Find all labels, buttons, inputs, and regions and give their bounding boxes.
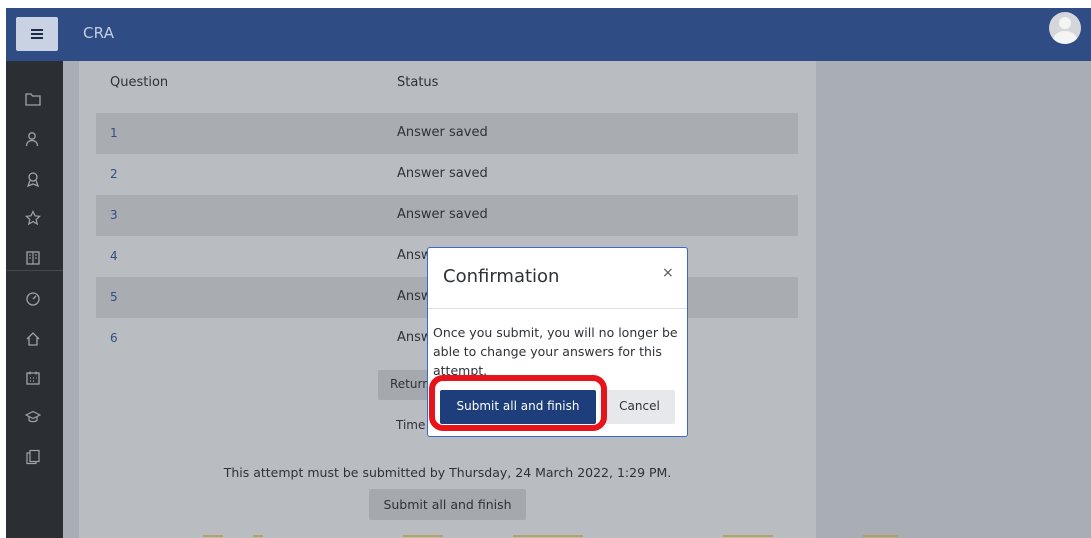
question-link[interactable]: 2 [110,167,118,181]
home-icon[interactable] [22,328,44,350]
dialog-message: Once you submit, you will no longer be a… [433,325,678,378]
question-link[interactable]: 1 [110,126,118,140]
dashboard-icon[interactable] [22,288,44,310]
site-brand[interactable]: CRA [83,24,114,42]
book-icon[interactable] [22,247,44,269]
app-window: CRA Question Status 1 Answer saved 2 Ans… [6,8,1091,538]
submit-all-button-label: Submit all and finish [383,497,512,512]
question-status: Answer saved [397,166,488,181]
participants-icon[interactable] [22,128,44,150]
submit-all-button[interactable]: Submit all and finish [369,489,526,520]
question-link[interactable]: 5 [110,290,118,304]
close-icon[interactable]: × [662,265,674,281]
question-link[interactable]: 3 [110,208,118,222]
badges-icon[interactable] [22,168,44,190]
table-row: 2 Answer saved [96,154,798,195]
dialog-title: Confirmation [443,266,560,287]
confirmation-dialog: Confirmation × Once you submit, you will… [427,247,688,437]
hamburger-icon[interactable] [16,17,58,51]
top-navbar: CRA [6,8,1091,61]
cancel-button[interactable]: Cancel [604,390,675,424]
dialog-divider [428,308,687,309]
column-header-question: Question [110,75,169,90]
graduation-cap-icon[interactable] [22,406,44,428]
star-icon[interactable] [22,207,44,229]
question-status: Answer saved [397,125,488,140]
question-status: Answer saved [397,207,488,222]
confirm-submit-button[interactable]: Submit all and finish [440,390,596,424]
folder-icon[interactable] [22,88,44,110]
table-header: Question Status [96,71,798,113]
nav-drawer [6,61,63,538]
submission-deadline-text: This attempt must be submitted by Thursd… [223,465,672,480]
drawer-divider [6,270,63,271]
question-link[interactable]: 4 [110,249,118,263]
cancel-button-label: Cancel [619,399,660,413]
question-link[interactable]: 6 [110,331,118,345]
calendar-icon[interactable] [22,367,44,389]
table-row: 3 Answer saved [96,195,798,236]
column-header-status: Status [397,75,439,90]
confirm-submit-label: Submit all and finish [456,399,580,413]
files-icon[interactable] [22,446,44,468]
user-avatar-icon[interactable] [1049,12,1081,44]
table-row: 1 Answer saved [96,113,798,154]
